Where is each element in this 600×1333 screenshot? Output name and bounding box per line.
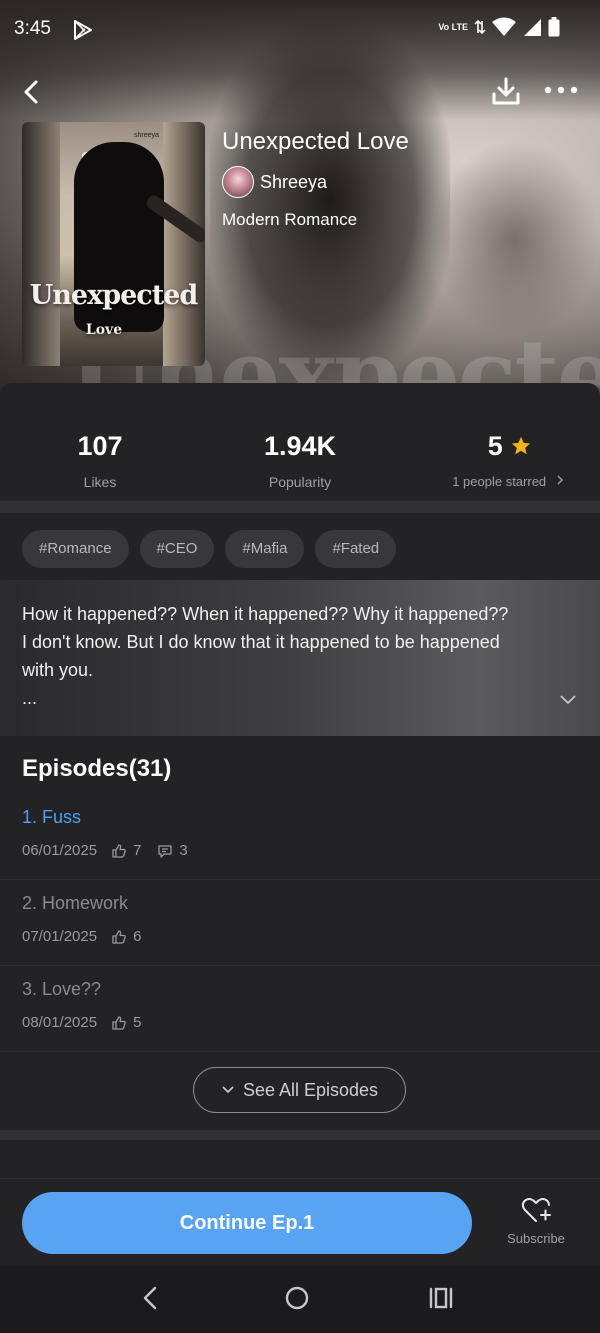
episode-likes: 5 <box>133 1014 142 1031</box>
episode-date: 08/01/2025 <box>22 1014 98 1031</box>
more-icon[interactable] <box>544 82 578 98</box>
episode-date: 06/01/2025 <box>22 842 98 859</box>
author-avatar[interactable] <box>222 166 254 198</box>
popularity-stat: 1.94K Popularity <box>240 431 360 490</box>
nav-home-icon[interactable] <box>282 1283 312 1313</box>
nav-recents-icon[interactable] <box>426 1283 456 1313</box>
tag-mafia[interactable]: #Mafia <box>225 530 305 568</box>
status-bar: 3:45 Vo LTE <box>0 0 600 60</box>
episode-item[interactable]: 1. Fuss 06/01/2025 7 3 <box>0 794 600 880</box>
star-icon <box>512 436 531 455</box>
cover-title-line2: Love <box>85 322 123 338</box>
action-bar: Continue Ep.1 Subscribe <box>0 1178 600 1266</box>
see-all-episodes-button[interactable]: See All Episodes <box>193 1067 406 1113</box>
battery-icon <box>548 17 560 37</box>
subscribe-label: Subscribe <box>507 1231 565 1246</box>
thumbs-up-icon <box>112 1015 126 1030</box>
episode-name: 3. Love?? <box>22 979 102 999</box>
tag-list: #Romance #CEO #Mafia #Fated <box>22 530 397 568</box>
thumbs-up-icon <box>112 929 126 944</box>
author-name[interactable]: Shreeya <box>260 172 327 193</box>
synopsis-line-1: How it happened?? When it happened?? Why… <box>22 604 509 624</box>
status-time: 3:45 <box>14 18 51 39</box>
story-genre: Modern Romance <box>222 210 358 229</box>
tag-romance[interactable]: #Romance <box>22 530 129 568</box>
heart-plus-icon <box>521 1198 551 1222</box>
play-store-icon <box>74 20 92 40</box>
episodes-heading: Episodes(31) <box>22 755 172 782</box>
chevron-right-icon <box>557 475 563 485</box>
likes-count: 107 <box>77 431 123 461</box>
popularity-count: 1.94K <box>263 431 337 461</box>
subscribe-button[interactable]: Subscribe <box>500 1195 572 1246</box>
system-nav-bar <box>0 1266 600 1333</box>
network-type-label: Vo LTE <box>438 21 468 32</box>
episode-name: 2. Homework <box>22 893 129 913</box>
episode-likes: 6 <box>133 928 142 945</box>
rating-value: 5 <box>487 431 503 461</box>
episode-likes: 7 <box>133 842 142 859</box>
tag-fated[interactable]: #Fated <box>315 530 397 568</box>
rating-label: 1 people starred <box>452 474 547 489</box>
story-cover[interactable]: shreeya Unexpected Love <box>22 122 205 366</box>
continue-reading-button[interactable]: Continue Ep.1 <box>22 1192 472 1254</box>
back-arrow-icon[interactable] <box>18 78 44 106</box>
synopsis-line-3: with you. <box>22 660 94 680</box>
thumbs-up-icon <box>112 843 126 858</box>
likes-label: Likes <box>83 474 117 490</box>
episode-date: 07/01/2025 <box>22 928 98 945</box>
see-all-label: See All Episodes <box>242 1079 379 1100</box>
story-title: Unexpected Love <box>222 128 409 155</box>
popularity-label: Popularity <box>268 474 332 490</box>
episode-name: 1. Fuss <box>22 807 82 827</box>
story-meta: Unexpected Love Shreeya Modern Romance <box>222 128 409 230</box>
cover-brand: shreeya <box>134 132 159 139</box>
section-separator <box>0 501 600 513</box>
episode-comments: 3 <box>179 842 188 859</box>
tag-ceo[interactable]: #CEO <box>139 530 215 568</box>
synopsis-ellipsis: ... <box>22 688 38 708</box>
cover-title-line1: Unexpected <box>29 280 198 311</box>
section-separator <box>0 1130 600 1140</box>
episode-item[interactable]: 3. Love?? 08/01/2025 5 <box>0 966 600 1052</box>
stats-row: 107 Likes 1.94K Popularity 5 1 people st… <box>0 383 600 501</box>
nav-back-icon[interactable] <box>136 1283 166 1313</box>
chevron-down-icon[interactable] <box>558 692 578 706</box>
episode-item[interactable]: 2. Homework 07/01/2025 6 <box>0 880 600 966</box>
rating-stat[interactable]: 5 1 people starred <box>430 431 590 489</box>
download-icon[interactable] <box>490 75 522 107</box>
synopsis[interactable]: How it happened?? When it happened?? Why… <box>0 580 600 736</box>
top-bar <box>0 70 600 114</box>
data-arrows-icon <box>474 19 486 35</box>
author-row[interactable]: Shreeya <box>222 166 409 198</box>
synopsis-line-2: I don't know. But I do know that it happ… <box>22 632 500 652</box>
signal-icon <box>524 19 541 36</box>
wifi-icon <box>492 17 516 36</box>
comment-icon <box>158 844 173 858</box>
likes-stat: 107 Likes <box>50 431 150 490</box>
chevron-down-icon <box>222 1086 234 1094</box>
